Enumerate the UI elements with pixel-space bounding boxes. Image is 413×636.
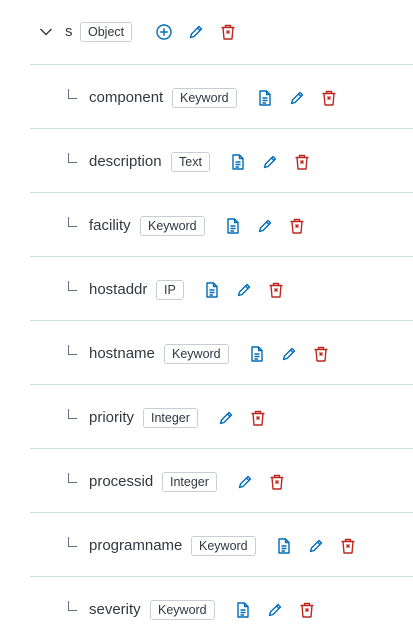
edit-icon[interactable] xyxy=(280,345,298,363)
field-type-badge: IP xyxy=(156,280,184,300)
field-name: s xyxy=(65,23,73,40)
field-row: description Text xyxy=(30,128,413,192)
field-name: description xyxy=(89,153,162,170)
delete-icon[interactable] xyxy=(249,409,267,427)
document-icon[interactable] xyxy=(229,153,247,171)
tree-elbow-icon xyxy=(68,473,77,483)
document-icon[interactable] xyxy=(275,537,293,555)
delete-icon[interactable] xyxy=(298,601,316,619)
edit-icon[interactable] xyxy=(266,601,284,619)
field-name: hostname xyxy=(89,345,155,362)
tree-elbow-icon xyxy=(68,89,77,99)
delete-icon[interactable] xyxy=(219,23,237,41)
add-icon[interactable] xyxy=(155,23,173,41)
tree-elbow-icon xyxy=(68,281,77,291)
field-row: severity Keyword xyxy=(30,576,413,636)
field-row: hostname Keyword xyxy=(30,320,413,384)
field-name: component xyxy=(89,89,164,106)
field-name: severity xyxy=(89,601,141,618)
field-row: component Keyword xyxy=(30,64,413,128)
field-name: hostaddr xyxy=(89,281,148,298)
document-icon[interactable] xyxy=(256,89,274,107)
field-row: processid Integer xyxy=(30,448,413,512)
delete-icon[interactable] xyxy=(267,281,285,299)
field-type-badge: Text xyxy=(171,152,210,172)
document-icon[interactable] xyxy=(248,345,266,363)
edit-icon[interactable] xyxy=(256,217,274,235)
field-type-badge: Integer xyxy=(143,408,198,428)
field-type-badge: Integer xyxy=(162,472,217,492)
edit-icon[interactable] xyxy=(288,89,306,107)
field-name: programname xyxy=(89,537,183,554)
document-icon[interactable] xyxy=(234,601,252,619)
chevron-down-icon[interactable] xyxy=(38,24,54,40)
tree-elbow-icon xyxy=(68,537,77,547)
edit-icon[interactable] xyxy=(261,153,279,171)
field-type-badge: Object xyxy=(80,22,133,42)
field-type-badge: Keyword xyxy=(172,88,237,108)
field-name: facility xyxy=(89,217,131,234)
delete-icon[interactable] xyxy=(312,345,330,363)
field-name: processid xyxy=(89,473,154,490)
field-row: facility Keyword xyxy=(30,192,413,256)
field-type-badge: Keyword xyxy=(164,344,229,364)
edit-icon[interactable] xyxy=(236,473,254,491)
object-field-row: s Object xyxy=(0,0,413,64)
delete-icon[interactable] xyxy=(339,537,357,555)
document-icon[interactable] xyxy=(203,281,221,299)
tree-elbow-icon xyxy=(68,345,77,355)
tree-elbow-icon xyxy=(68,153,77,163)
tree-elbow-icon xyxy=(68,217,77,227)
field-type-badge: Keyword xyxy=(191,536,256,556)
field-name: priority xyxy=(89,409,135,426)
edit-icon[interactable] xyxy=(235,281,253,299)
field-row: priority Integer xyxy=(30,384,413,448)
edit-icon[interactable] xyxy=(187,23,205,41)
delete-icon[interactable] xyxy=(268,473,286,491)
field-type-badge: Keyword xyxy=(140,216,205,236)
delete-icon[interactable] xyxy=(320,89,338,107)
document-icon[interactable] xyxy=(224,217,242,235)
delete-icon[interactable] xyxy=(288,217,306,235)
field-row: hostaddr IP xyxy=(30,256,413,320)
field-row: programname Keyword xyxy=(30,512,413,576)
field-type-badge: Keyword xyxy=(150,600,215,620)
tree-elbow-icon xyxy=(68,409,77,419)
tree-elbow-icon xyxy=(68,601,77,611)
delete-icon[interactable] xyxy=(293,153,311,171)
edit-icon[interactable] xyxy=(307,537,325,555)
edit-icon[interactable] xyxy=(217,409,235,427)
